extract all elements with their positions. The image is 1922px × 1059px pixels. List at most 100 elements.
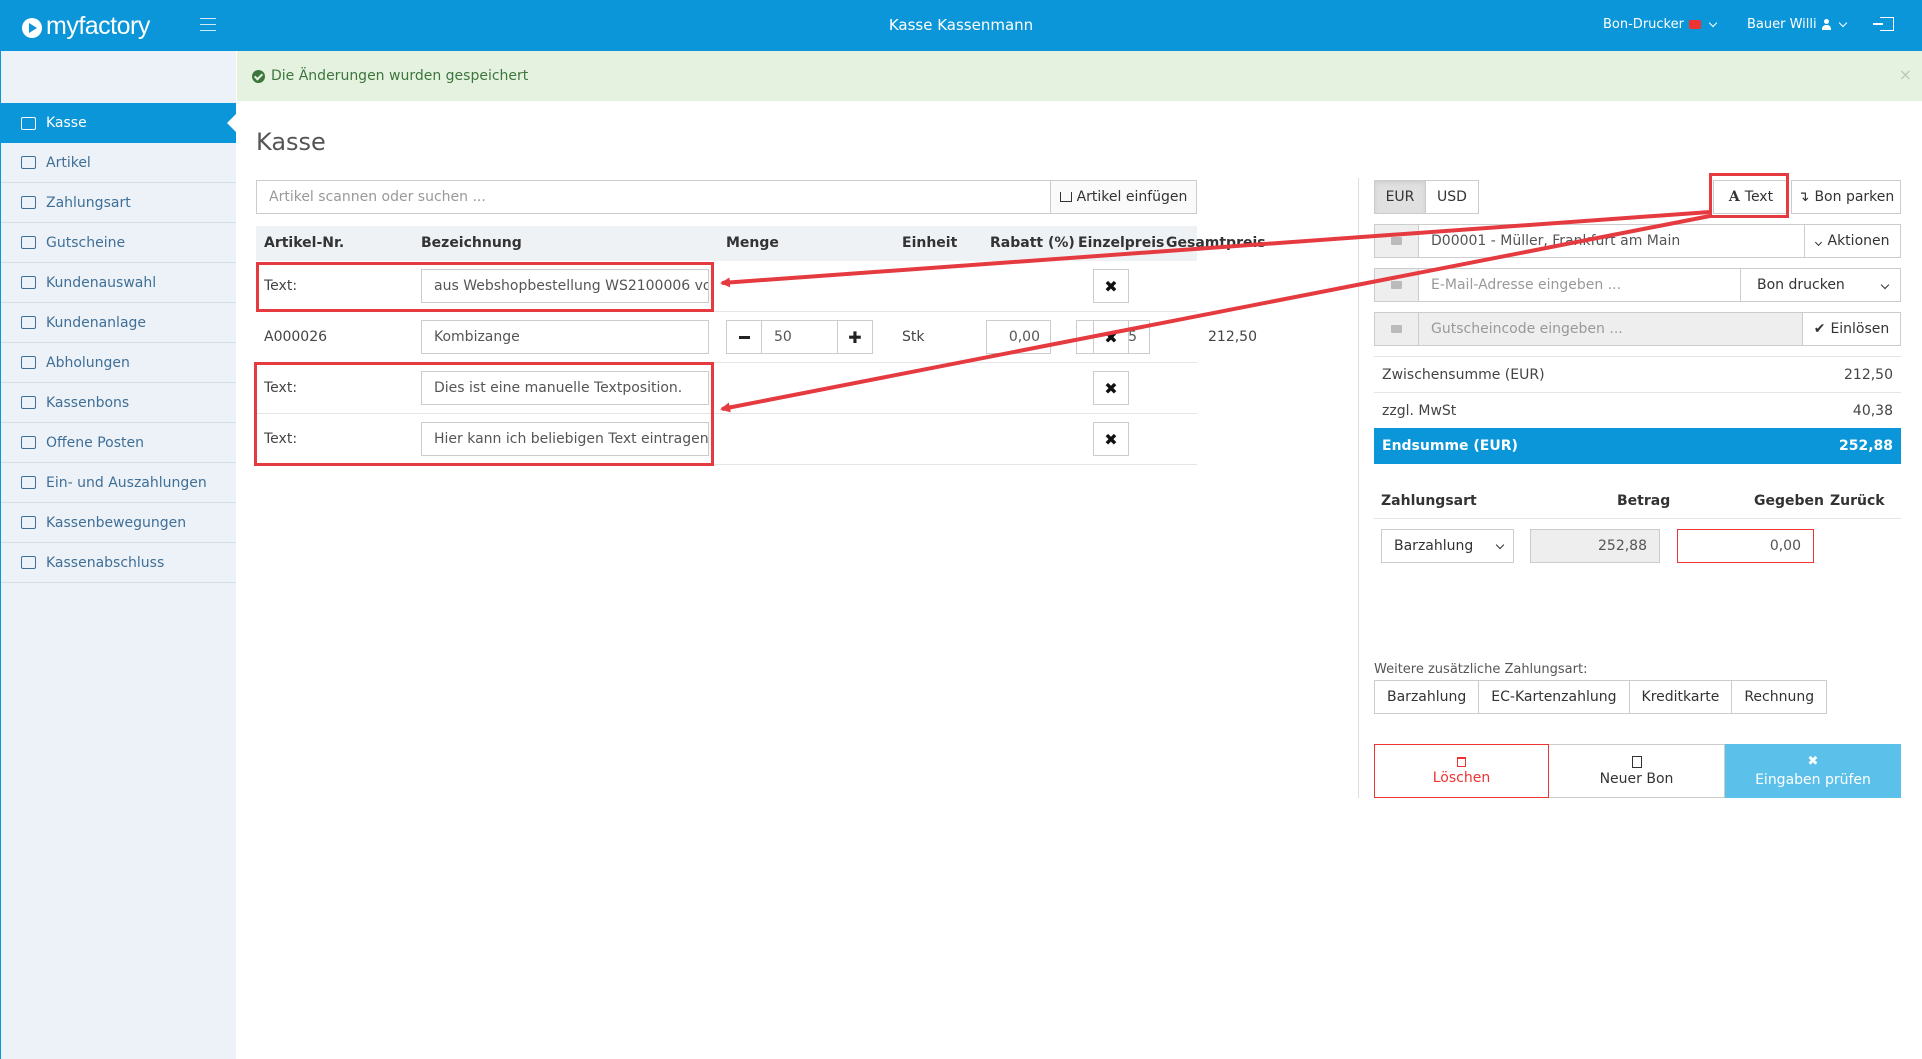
chevron-down-icon xyxy=(1708,18,1718,27)
printer-dropdown[interactable]: Bon-Drucker xyxy=(1603,17,1718,32)
sidebar-item-kassenbewegungen[interactable]: Kassenbewegungen xyxy=(1,503,236,543)
sidebar-item-zahlungsart[interactable]: Zahlungsart xyxy=(1,183,236,223)
sidebar-item-offene-posten[interactable]: Offene Posten xyxy=(1,423,236,463)
col-header: Bezeichnung xyxy=(421,235,522,251)
delete-receipt-label: Löschen xyxy=(1432,769,1491,786)
add-text-button[interactable]: A Text xyxy=(1713,180,1789,214)
sidebar-item-kundenauswahl[interactable]: Kundenauswahl xyxy=(1,263,236,303)
sidebar-item-label: Ein- und Auszahlungen xyxy=(46,474,207,491)
close-icon: ✖ xyxy=(1104,378,1118,398)
sidebar-item-artikel[interactable]: Artikel xyxy=(1,143,236,183)
sidebar-item-label: Artikel xyxy=(46,154,91,171)
subtotal-value: 212,50 xyxy=(1844,366,1893,383)
sidebar-item-label: Gutscheine xyxy=(46,234,126,251)
row-type-label: Text: xyxy=(264,380,298,396)
discount-input[interactable]: 0,00 xyxy=(986,320,1051,354)
extra-pay-cash-button[interactable]: Barzahlung xyxy=(1375,681,1480,713)
col-header: Gesamtpreis xyxy=(1166,235,1266,251)
unit: Stk xyxy=(902,329,925,345)
voucher-input[interactable]: Gutscheincode eingeben ... xyxy=(1419,313,1802,345)
cart-icon xyxy=(1059,192,1072,202)
gift-icon xyxy=(21,236,36,249)
sidebar-item-label: Zahlungsart xyxy=(46,194,131,211)
add-text-label: Text xyxy=(1744,189,1774,205)
text-position-input[interactable]: Dies ist eine manuelle Textposition. xyxy=(421,371,709,405)
total-value: 252,88 xyxy=(1838,438,1893,454)
sidebar-item-kasse[interactable]: Kasse xyxy=(1,103,237,143)
delete-row-button[interactable]: ✖ xyxy=(1093,320,1129,354)
user-add-icon xyxy=(21,316,36,329)
close-icon[interactable]: × xyxy=(1899,65,1912,84)
vat-row: zzgl. MwSt 40,38 xyxy=(1374,392,1901,428)
park-receipt-button[interactable]: ↴ Bon parken xyxy=(1791,180,1901,214)
user-label: Bauer Willi xyxy=(1747,17,1817,32)
extra-pay-invoice-button[interactable]: Rechnung xyxy=(1732,681,1827,713)
delete-row-button[interactable]: ✖ xyxy=(1093,269,1129,303)
sidebar-item-gutscheine[interactable]: Gutscheine xyxy=(1,223,236,263)
increase-qty-button[interactable]: ✚ xyxy=(837,320,873,354)
close-icon: ✖ xyxy=(1807,754,1819,769)
total-row: Endsumme (EUR) 252,88 xyxy=(1374,428,1901,464)
sidebar-item-ein-auszahlungen[interactable]: Ein- und Auszahlungen xyxy=(1,463,236,503)
actions-label: Aktionen xyxy=(1827,233,1890,249)
col-header: Einzelpreis xyxy=(1078,235,1165,251)
vat-value: 40,38 xyxy=(1852,402,1893,419)
new-receipt-button[interactable]: Neuer Bon xyxy=(1549,744,1725,798)
col-header: Einheit xyxy=(902,235,958,251)
extra-pay-ec-button[interactable]: EC-Kartenzahlung xyxy=(1479,681,1630,713)
park-arrow-icon: ↴ xyxy=(1797,189,1810,205)
sidebar-item-kassenabschluss[interactable]: Kassenabschluss xyxy=(1,543,236,583)
article-number: A000026 xyxy=(264,329,328,345)
chevron-down-icon xyxy=(1495,540,1505,550)
extra-pay-credit-button[interactable]: Kreditkarte xyxy=(1629,681,1733,713)
document-icon xyxy=(1631,755,1642,768)
insert-article-label: Artikel einfügen xyxy=(1076,189,1188,205)
customer-input[interactable]: D00001 - Müller, Frankfurt am Main xyxy=(1419,225,1804,257)
payment-method-select[interactable]: Barzahlung xyxy=(1381,529,1514,563)
extra-payment-label: Weitere zusätzliche Zahlungsart: xyxy=(1374,662,1588,677)
article-search: Artikel einfügen xyxy=(256,180,1197,214)
insert-article-button[interactable]: Artikel einfügen xyxy=(1050,181,1196,213)
total-label: Endsumme (EUR) xyxy=(1382,438,1518,454)
row-type-label: Text: xyxy=(264,278,298,294)
list-icon xyxy=(21,516,36,529)
table-header: Artikel-Nr. Bezeichnung Menge Einheit Ra… xyxy=(256,226,1266,261)
delete-row-button[interactable]: ✖ xyxy=(1093,422,1129,456)
actions-dropdown[interactable]: Aktionen xyxy=(1804,225,1900,257)
sidebar-item-kundenanlage[interactable]: Kundenanlage xyxy=(1,303,236,343)
cart-icon xyxy=(21,356,36,369)
pay-header-amount: Betrag xyxy=(1617,493,1671,509)
quantity-input[interactable]: 50 xyxy=(762,320,842,354)
article-name-input[interactable]: Kombizange xyxy=(421,320,709,354)
payment-method-value: Barzahlung xyxy=(1394,538,1474,554)
check-input-button[interactable]: ✖ Eingaben prüfen xyxy=(1725,744,1901,798)
text-position-input[interactable]: aus Webshopbestellung WS2100006 vom xyxy=(421,269,709,303)
table-row: Text: aus Webshopbestellung WS2100006 vo… xyxy=(256,261,1197,312)
table-row: Text: Dies ist eine manuelle Textpositio… xyxy=(256,363,1197,414)
currency-eur-button[interactable]: EUR xyxy=(1375,181,1426,213)
check-input-label: Eingaben prüfen xyxy=(1755,772,1871,788)
alert-message: Die Änderungen wurden gespeichert xyxy=(271,68,529,84)
delete-receipt-button[interactable]: Löschen xyxy=(1374,744,1549,798)
printer-label: Bon-Drucker xyxy=(1603,17,1684,32)
email-input[interactable]: E-Mail-Adresse eingeben ... xyxy=(1419,269,1740,301)
text-position-input[interactable]: Hier kann ich beliebigen Text eintragen. xyxy=(421,422,709,456)
user-dropdown[interactable]: Bauer Willi xyxy=(1747,17,1847,32)
close-icon: ✖ xyxy=(1104,327,1118,347)
sidebar-item-label: Kassenbons xyxy=(46,394,130,411)
redeem-button[interactable]: ✔ Einlösen xyxy=(1802,313,1900,345)
print-select[interactable]: Bon drucken xyxy=(1740,269,1900,301)
logout-icon[interactable] xyxy=(1873,17,1894,31)
subtotal-label: Zwischensumme (EUR) xyxy=(1382,366,1545,383)
panel-divider xyxy=(1358,178,1359,798)
currency-usd-button[interactable]: USD xyxy=(1426,181,1478,213)
article-search-input[interactable] xyxy=(257,181,1050,213)
table-row: Text: Hier kann ich beliebigen Text eint… xyxy=(256,414,1197,465)
sidebar: Kasse Artikel Zahlungsart Gutscheine Kun… xyxy=(0,51,237,1059)
user-search-icon xyxy=(21,276,36,289)
decrease-qty-button[interactable] xyxy=(726,320,762,354)
payment-given-input[interactable]: 0,00 xyxy=(1677,529,1814,563)
sidebar-item-kassenbons[interactable]: Kassenbons xyxy=(1,383,236,423)
sidebar-item-abholungen[interactable]: Abholungen xyxy=(1,343,236,383)
delete-row-button[interactable]: ✖ xyxy=(1093,371,1129,405)
